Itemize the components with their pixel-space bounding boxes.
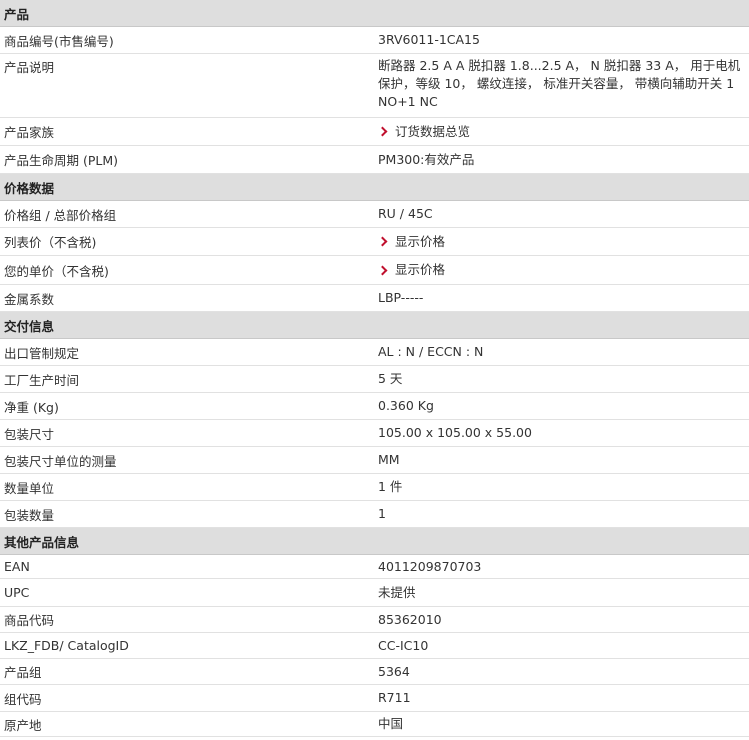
- row-value: PM300:有效产品: [378, 151, 475, 167]
- link-text: 订货数据总览: [395, 123, 471, 139]
- table-row: 产品家族 订货数据总览: [0, 118, 749, 146]
- table-row: 包装数量 1: [0, 501, 749, 528]
- row-label: 包装尺寸单位的测量: [4, 453, 117, 469]
- row-value: 1: [378, 506, 386, 521]
- row-label: 工厂生产时间: [4, 372, 80, 388]
- section-title: 交付信息: [4, 318, 55, 334]
- section-title: 其他产品信息: [4, 534, 80, 550]
- row-label: 出口管制规定: [4, 345, 80, 361]
- chevron-right-icon: [377, 126, 388, 137]
- chevron-right-icon: [377, 265, 388, 275]
- show-list-price-link[interactable]: 显示价格: [377, 233, 446, 251]
- row-label: UPC: [4, 585, 30, 600]
- row-label: 原产地: [4, 717, 42, 733]
- row-label: 包装尺寸: [4, 426, 55, 442]
- row-label: EAN: [4, 559, 30, 574]
- row-label: 金属系数: [4, 291, 55, 307]
- row-label: 组代码: [4, 691, 42, 707]
- table-row: 工厂生产时间 5 天: [0, 366, 749, 393]
- row-value: R711: [378, 690, 411, 705]
- chevron-right-icon: [377, 236, 388, 247]
- section-header-delivery: 交付信息: [0, 312, 749, 339]
- section-header-price: 价格数据: [0, 174, 749, 201]
- row-label: 价格组 / 总部价格组: [4, 207, 117, 223]
- table-row: 净重 (Kg) 0.360 Kg: [0, 393, 749, 420]
- row-value: 中国: [378, 716, 404, 731]
- row-value: MM: [378, 452, 400, 467]
- row-label: 产品组: [4, 665, 42, 680]
- section-header-product: 产品: [0, 0, 749, 27]
- table-row: 原产地 中国: [0, 712, 749, 737]
- section-title: 价格数据: [4, 180, 55, 196]
- row-label: LKZ_FDB/ CatalogID: [4, 638, 129, 653]
- link-text: 显示价格: [395, 233, 446, 249]
- table-row: 商品代码 85362010: [0, 607, 749, 633]
- table-row: LKZ_FDB/ CatalogID CC-IC10: [0, 633, 749, 659]
- row-value: 断路器 2.5 A A 脱扣器 1.8...2.5 A， N 脱扣器 33 A，…: [378, 58, 741, 109]
- table-row: 产品组 5364: [0, 659, 749, 685]
- product-data-table: 产品 商品编号(市售编号) 3RV6011-1CA15 产品说明 断路器 2.5…: [0, 0, 749, 737]
- table-row: 组代码 R711: [0, 685, 749, 712]
- section-title: 产品: [4, 6, 30, 22]
- row-value: AL : N / ECCN : N: [378, 344, 484, 359]
- row-label: 产品家族: [4, 125, 55, 140]
- table-row: 出口管制规定 AL : N / ECCN : N: [0, 339, 749, 366]
- row-value: 4011209870703: [378, 558, 482, 574]
- row-label: 包装数量: [4, 507, 55, 523]
- section-header-other: 其他产品信息: [0, 528, 749, 555]
- table-row: 列表价（不含税) 显示价格: [0, 228, 749, 256]
- row-label: 列表价（不含税): [4, 235, 97, 250]
- row-value: 0.360 Kg: [378, 398, 434, 413]
- row-value: 105.00 x 105.00 x 55.00: [378, 425, 532, 440]
- row-value: LBP-----: [378, 290, 424, 305]
- table-row: UPC 未提供: [0, 579, 749, 607]
- row-label: 您的单价（不含税): [4, 263, 109, 279]
- order-overview-link[interactable]: 订货数据总览: [377, 123, 471, 141]
- table-row: 产品说明 断路器 2.5 A A 脱扣器 1.8...2.5 A， N 脱扣器 …: [0, 54, 749, 118]
- row-value: 1 件: [378, 479, 403, 494]
- link-text: 显示价格: [395, 262, 446, 277]
- table-row: 您的单价（不含税) 显示价格: [0, 256, 749, 285]
- row-label: 产品说明: [4, 60, 55, 75]
- row-value: 5364: [378, 663, 410, 679]
- row-value: CC-IC10: [378, 637, 429, 653]
- row-label: 净重 (Kg): [4, 399, 59, 415]
- table-row: 产品生命周期 (PLM) PM300:有效产品: [0, 146, 749, 174]
- show-unit-price-link[interactable]: 显示价格: [377, 261, 446, 279]
- table-row: 包装尺寸 105.00 x 105.00 x 55.00: [0, 420, 749, 447]
- table-row: 包装尺寸单位的测量 MM: [0, 447, 749, 474]
- row-label: 产品生命周期 (PLM): [4, 153, 119, 168]
- table-row: 商品编号(市售编号) 3RV6011-1CA15: [0, 27, 749, 54]
- row-value: 未提供: [378, 584, 416, 600]
- row-label: 商品编号(市售编号): [4, 33, 114, 49]
- row-value: 5 天: [378, 371, 403, 386]
- table-row: EAN 4011209870703: [0, 555, 749, 579]
- table-row: 数量单位 1 件: [0, 474, 749, 501]
- row-value: RU / 45C: [378, 206, 433, 221]
- table-row: 金属系数 LBP-----: [0, 285, 749, 312]
- row-value: 85362010: [378, 611, 442, 627]
- row-label: 数量单位: [4, 480, 55, 496]
- table-row: 价格组 / 总部价格组 RU / 45C: [0, 201, 749, 228]
- row-value: 3RV6011-1CA15: [378, 32, 480, 47]
- row-label: 商品代码: [4, 613, 55, 628]
